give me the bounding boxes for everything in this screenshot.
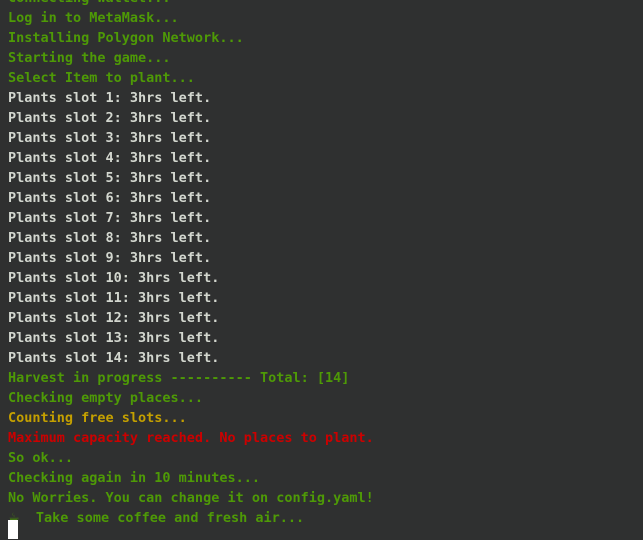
- line-plants-slot-7: Plants slot 7: 3hrs left.: [8, 210, 212, 226]
- line-no-worries: No Worries. You can change it on config.…: [8, 490, 374, 506]
- line-plants-slot-3: Plants slot 3: 3hrs left.: [8, 130, 212, 146]
- line-checking-again: Checking again in 10 minutes...: [8, 470, 260, 486]
- line-login-metamask: Log in to MetaMask...: [8, 10, 179, 26]
- line-plants-slot-5: Plants slot 5: 3hrs left.: [8, 170, 212, 186]
- line-plants-slot-12: Plants slot 12: 3hrs left.: [8, 310, 220, 326]
- terminal-output: Connecting wallet... Log in to MetaMask..…: [8, 0, 643, 528]
- line-counting-free-slots: Counting free slots...: [8, 410, 187, 426]
- line-plants-slot-11: Plants slot 11: 3hrs left.: [8, 290, 220, 306]
- line-maximum-capacity: Maximum capacity reached. No places to p…: [8, 430, 374, 446]
- line-plants-slot-9: Plants slot 9: 3hrs left.: [8, 250, 212, 266]
- line-plants-slot-2: Plants slot 2: 3hrs left.: [8, 110, 212, 126]
- line-plants-slot-6: Plants slot 6: 3hrs left.: [8, 190, 212, 206]
- terminal-window[interactable]: Connecting wallet... Log in to MetaMask..…: [0, 0, 643, 540]
- line-plants-slot-10: Plants slot 10: 3hrs left.: [8, 270, 220, 286]
- line-plants-slot-14: Plants slot 14: 3hrs left.: [8, 350, 220, 366]
- line-harvest-progress: Harvest in progress ---------- Total: [1…: [8, 370, 350, 386]
- line-plants-slot-13: Plants slot 13: 3hrs left.: [8, 330, 220, 346]
- line-starting-game: Starting the game...: [8, 50, 171, 66]
- line-plants-slot-8: Plants slot 8: 3hrs left.: [8, 230, 212, 246]
- terminal-cursor: [8, 520, 18, 539]
- line-scrolled-partial: Connecting wallet...: [8, 0, 643, 8]
- line-installing-polygon: Installing Polygon Network...: [8, 30, 244, 46]
- line-checking-empty-places: Checking empty places...: [8, 390, 204, 406]
- line-plants-slot-1: Plants slot 1: 3hrs left.: [8, 90, 212, 106]
- line-take-coffee-text: Take some coffee and fresh air...: [35, 510, 305, 526]
- line-plants-slot-4: Plants slot 4: 3hrs left.: [8, 150, 212, 166]
- line-so-ok: So ok...: [8, 450, 74, 466]
- line-take-coffee: ☕ Take some coffee and fresh air...: [8, 508, 643, 528]
- line-select-item: Select Item to plant...: [8, 70, 195, 86]
